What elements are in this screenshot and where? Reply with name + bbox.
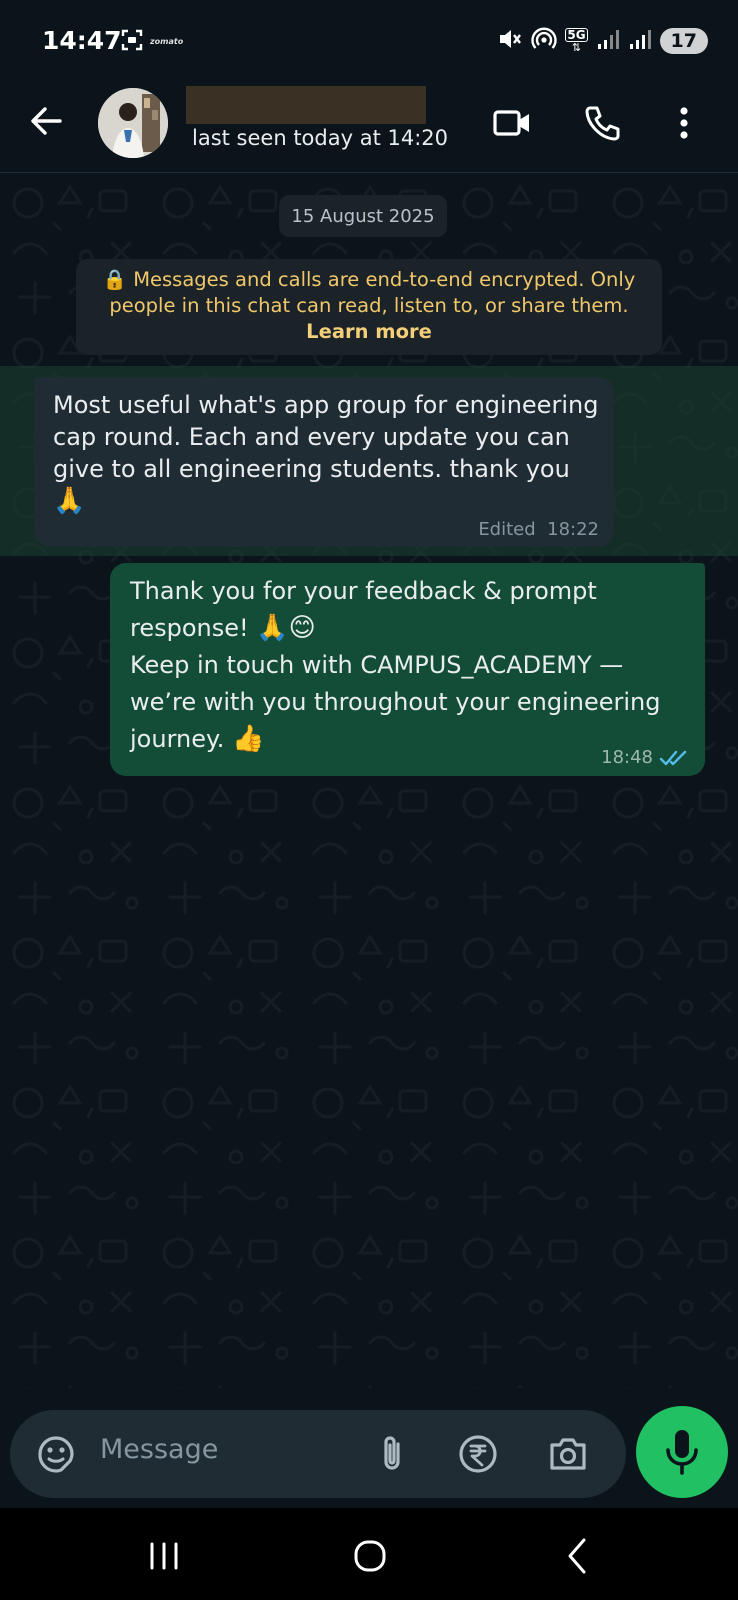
network-5g-icon: 5G ⇅ — [565, 28, 588, 54]
video-camera-icon — [493, 110, 529, 136]
chat-header: last seen today at 14:20 — [0, 78, 738, 173]
chevron-left-icon — [568, 1538, 586, 1574]
screenshot-notification-icon — [120, 28, 144, 52]
recent-apps-icon — [150, 1542, 178, 1570]
read-double-check-icon — [659, 750, 687, 765]
incoming-message-text: Most useful what's app group for enginee… — [53, 391, 599, 483]
signal-strength-icon — [596, 27, 620, 55]
phone-icon — [585, 106, 620, 141]
message-composer: Message — [10, 1410, 626, 1498]
encryption-notice-line1: 🔒 Messages and calls are end-to-end encr… — [102, 268, 636, 291]
last-seen-status: last seen today at 14:20 — [192, 126, 448, 150]
outgoing-message-line4: we’re with you throughout your engineeri… — [130, 688, 661, 716]
incoming-message-time: 18:22 — [547, 519, 599, 540]
edited-label: Edited — [478, 519, 536, 540]
learn-more-link[interactable]: Learn more — [76, 319, 662, 345]
chat-wallpaper — [0, 173, 738, 1388]
back-button[interactable] — [24, 98, 70, 144]
incoming-message-bubble[interactable]: Most useful what's app group for enginee… — [34, 377, 614, 547]
contact-name-redacted[interactable] — [186, 86, 426, 124]
microphone-icon — [666, 1430, 698, 1475]
system-back-button[interactable] — [550, 1528, 606, 1584]
folded-hands-emoji: 🙏 — [53, 486, 86, 516]
contact-avatar[interactable] — [98, 88, 168, 158]
date-separator: 15 August 2025 — [279, 195, 447, 237]
outgoing-message-text-block: Thank you for your feedback & prompt res… — [130, 573, 700, 758]
sticker-button[interactable] — [32, 1430, 80, 1478]
incoming-message-text-block: Most useful what's app group for enginee… — [53, 389, 608, 517]
encryption-notice[interactable]: 🔒 Messages and calls are end-to-end encr… — [76, 259, 662, 355]
rupee-icon — [459, 1435, 497, 1473]
recent-apps-button[interactable] — [136, 1528, 192, 1584]
paperclip-icon — [384, 1436, 400, 1470]
sticker-emoji-icon — [38, 1436, 74, 1473]
outgoing-message-line1: Thank you for your feedback & prompt — [130, 577, 597, 605]
outgoing-message-bubble[interactable]: Thank you for your feedback & prompt res… — [110, 563, 705, 776]
encryption-notice-line2: people in this chat can read, listen to,… — [109, 294, 629, 317]
hotspot-icon — [531, 26, 558, 56]
outgoing-message-meta: 18:48 — [601, 747, 689, 768]
camera-button[interactable] — [544, 1430, 592, 1478]
voice-call-button[interactable] — [580, 100, 626, 146]
outgoing-message-time: 18:48 — [601, 747, 653, 768]
status-bar: 14:47 zomato 5G ⇅ 17 — [0, 0, 738, 78]
outgoing-message-line3: Keep in touch with CAMPUS_ACADEMY — — [130, 651, 624, 679]
outgoing-message-line2-wrap: response! 🙏😊 — [130, 610, 700, 647]
status-icons: 5G ⇅ 17 — [497, 26, 708, 56]
voice-message-button[interactable] — [636, 1406, 728, 1498]
thumbs-up-emoji: 👍 — [232, 724, 265, 754]
outgoing-message-line5: journey. — [130, 725, 225, 753]
home-button[interactable] — [342, 1528, 398, 1584]
network-type-label: 5G — [565, 28, 588, 42]
folded-hands-smile-emoji: 🙏😊 — [256, 613, 316, 643]
kebab-menu-icon — [680, 107, 688, 139]
status-time: 14:47 — [42, 26, 122, 55]
home-icon — [354, 1540, 386, 1572]
chat-area[interactable]: 15 August 2025 🔒 Messages and calls are … — [0, 173, 738, 1388]
attach-button[interactable] — [368, 1430, 416, 1478]
mute-icon — [497, 26, 523, 56]
system-navigation-bar — [0, 1508, 738, 1600]
video-call-button[interactable] — [490, 100, 536, 146]
message-input[interactable]: Message — [100, 1434, 218, 1465]
incoming-message-meta: Edited 18:22 — [478, 519, 599, 540]
battery-level: 17 — [659, 28, 708, 54]
payment-button[interactable] — [454, 1430, 502, 1478]
zomato-notification-label: zomato — [150, 37, 184, 46]
more-options-button[interactable] — [672, 100, 696, 146]
camera-icon — [550, 1438, 586, 1470]
signal-strength-icon-2 — [628, 27, 652, 55]
outgoing-message-line2: response! — [130, 614, 249, 642]
arrow-left-icon — [31, 107, 62, 135]
